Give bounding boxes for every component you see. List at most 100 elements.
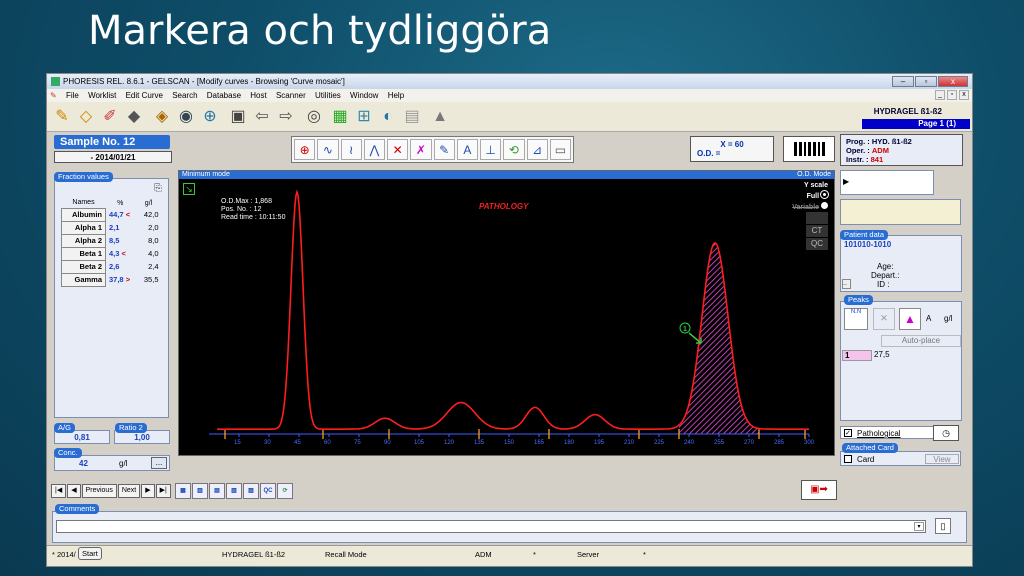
card-checkbox[interactable] (844, 455, 852, 463)
menu-edit-curve[interactable]: Edit Curve (126, 91, 163, 100)
curve-double-icon[interactable]: ≀ (340, 139, 362, 160)
menu-utilities[interactable]: Utilities (315, 91, 341, 100)
info-field[interactable]: ▶ (840, 170, 934, 195)
blank-button[interactable] (806, 212, 828, 224)
stack-icon[interactable]: ◎ (303, 106, 325, 128)
close-button[interactable]: x (938, 76, 968, 87)
pathological-checkbox[interactable]: ✓ (844, 429, 852, 437)
x-tick-label: 255 (714, 440, 725, 446)
variable-radio[interactable] (821, 202, 828, 209)
prev-arrow-button[interactable]: ◀ (67, 484, 81, 498)
clock-icon[interactable]: ◷ (933, 425, 959, 441)
curve-mark-icon[interactable]: ✗ (410, 139, 432, 160)
qc-icon[interactable]: QC (260, 483, 276, 499)
fraction-name[interactable]: Alpha 2 (61, 233, 106, 248)
menu-scanner[interactable]: Scanner (276, 91, 306, 100)
qc-button[interactable]: QC (806, 238, 828, 250)
curve-peak-icon[interactable]: ⋀ (363, 139, 385, 160)
mosaic-icon-3[interactable]: ▤ (209, 483, 225, 499)
menu-worklist[interactable]: Worklist (88, 91, 116, 100)
next-arrow-button[interactable]: ▶ (141, 484, 155, 498)
refresh-icon[interactable]: ⟳ (277, 483, 293, 499)
nn-button[interactable]: N.N (844, 308, 868, 330)
autoplace-button[interactable]: Auto-place (881, 335, 961, 347)
zoom-in-icon[interactable]: ⊕ (294, 139, 316, 160)
printer-icon[interactable]: ▭ (549, 139, 571, 160)
save-exit-icon[interactable]: ▣➡ (801, 480, 837, 500)
menu-search[interactable]: Search (172, 91, 197, 100)
new-comment-icon[interactable]: ▯ (935, 518, 951, 534)
baseline-icon[interactable]: ⊥ (480, 139, 502, 160)
comments-input[interactable]: ▾ (56, 520, 926, 533)
note-field[interactable] (840, 199, 961, 225)
fraction-name[interactable]: Gamma (61, 272, 106, 287)
chevron-down-icon[interactable]: ▾ (914, 522, 924, 531)
monitor-icon[interactable]: ▦ (329, 106, 351, 128)
globe-icon[interactable]: ◐ (377, 106, 399, 128)
maximize-button[interactable]: ▫ (915, 76, 937, 87)
edit-curve-icon[interactable]: ✐ (99, 106, 121, 128)
menu-file[interactable]: File (66, 91, 79, 100)
full-radio[interactable] (821, 191, 828, 198)
minimize-button[interactable]: – (892, 76, 914, 87)
fraction-name[interactable]: Albumin (61, 207, 106, 222)
menu-host[interactable]: Host (250, 91, 266, 100)
mosaic-icon-1[interactable]: ▦ (175, 483, 191, 499)
menu-database[interactable]: Database (207, 91, 241, 100)
next-button[interactable]: Next (117, 484, 141, 498)
disc-icon[interactable]: ◉ (175, 106, 197, 128)
export-icon[interactable]: ⎘ (154, 183, 162, 194)
pathological-box[interactable]: ✓ Pathological (840, 426, 934, 439)
area-label[interactable]: A (926, 314, 931, 323)
curve-refresh-icon[interactable]: ⟲ (503, 139, 525, 160)
tape-icon[interactable]: ◆ (123, 106, 145, 128)
scanner-icon[interactable]: ▲ (429, 106, 451, 128)
pencil-icon[interactable]: ✎ (51, 106, 73, 128)
curve-wave-icon[interactable]: ∿ (317, 139, 339, 160)
delete-peak-icon[interactable]: ⨯ (873, 308, 895, 330)
search-icon[interactable]: ⊕ (199, 106, 221, 128)
mdi-close-button[interactable]: x (959, 90, 969, 100)
first-button[interactable]: |◀ (51, 484, 67, 498)
menu-help[interactable]: Help (388, 91, 404, 100)
chart-icon[interactable]: ⊿ (526, 139, 548, 160)
ratio-header: Ratio 2 (115, 423, 147, 433)
status-mode: Recall Mode (325, 550, 367, 559)
arrow-left-icon[interactable]: ⇦ (251, 106, 273, 128)
fraction-name[interactable]: Beta 2 (61, 259, 106, 274)
status-user: ADM (475, 550, 492, 559)
print-icon[interactable]: ▣ (227, 106, 249, 128)
start-button[interactable]: Start (78, 547, 102, 560)
conc-button[interactable]: ... (151, 457, 167, 469)
collapse-icon[interactable]: ↘ (183, 183, 195, 195)
peak-row-number[interactable]: 1 (842, 350, 872, 361)
mosaic-icon-4[interactable]: ▧ (226, 483, 242, 499)
mosaic-icon-5[interactable]: ▨ (243, 483, 259, 499)
patient-more-button[interactable]: .. (842, 279, 851, 289)
peak-area-icon[interactable]: ▲ (899, 308, 921, 330)
view-button[interactable]: View (925, 454, 959, 464)
fraction-name[interactable]: Alpha 1 (61, 220, 106, 235)
mosaic-icon-2[interactable]: ▥ (192, 483, 208, 499)
x-tick-label: 30 (264, 440, 271, 446)
patient-header: Patient data (840, 230, 889, 240)
fraction-pct: 2,6 (109, 262, 120, 271)
prog-value: HYD. ß1-ß2 (871, 137, 912, 146)
mdi-minimize-button[interactable]: _ (935, 90, 945, 100)
delete-curve-icon[interactable]: ✕ (387, 139, 409, 160)
gl-label[interactable]: g/l (944, 314, 952, 323)
curve-text-icon[interactable]: A (456, 139, 478, 160)
eraser-icon[interactable]: ◇ (75, 106, 97, 128)
mdi-restore-button[interactable]: ▫ (947, 90, 957, 100)
electrophoresis-chart[interactable]: Minimum mode O.D. Mode 15 30 45 60 75 90 105 120… (178, 170, 835, 456)
fraction-name[interactable]: Beta 1 (61, 246, 106, 261)
menu-window[interactable]: Window (350, 91, 378, 100)
grid-icon[interactable]: ▤ (401, 106, 423, 128)
arrow-right-icon[interactable]: ⇨ (275, 106, 297, 128)
curve-edit-icon[interactable]: ✎ (433, 139, 455, 160)
ct-button[interactable]: CT (806, 225, 828, 237)
previous-button[interactable]: Previous (81, 484, 117, 498)
scan-icon[interactable]: ◈ (151, 106, 173, 128)
network-icon[interactable]: ⊞ (353, 106, 375, 128)
last-button[interactable]: ▶| (155, 484, 171, 498)
